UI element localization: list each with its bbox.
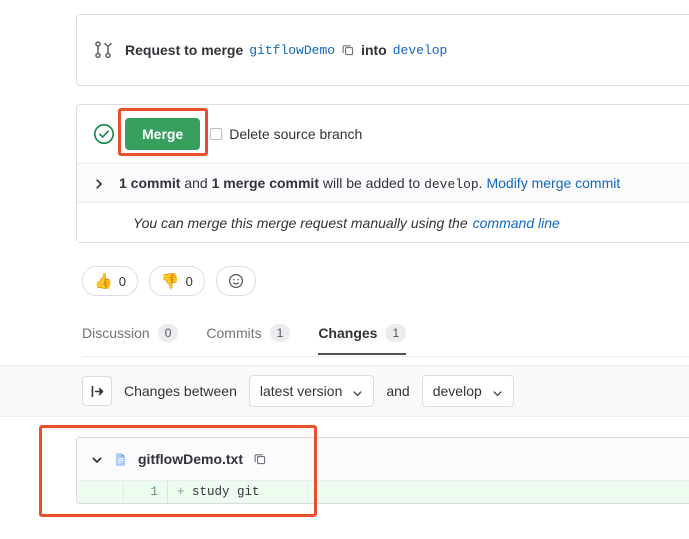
changes-comparison-bar: Changes between latest version and devel… <box>0 365 689 417</box>
add-reaction-button[interactable] <box>215 266 256 296</box>
delete-source-branch-label: Delete source branch <box>229 126 363 142</box>
version-dropdown-value: latest version <box>259 383 343 399</box>
tab-changes-label: Changes <box>318 325 378 341</box>
reactions-bar: 👍 0 👎 0 <box>82 266 256 296</box>
tab-discussion[interactable]: Discussion 0 <box>82 324 192 354</box>
merge-action-row: Merge Delete source branch <box>77 105 689 163</box>
tab-commits-label: Commits <box>206 325 262 341</box>
delete-source-branch-checkbox[interactable] <box>210 128 223 140</box>
toggle-file-tree-button[interactable] <box>82 376 112 406</box>
and-word: and <box>184 174 208 191</box>
commits-summary-text: 1 commit and 1 merge commit will be adde… <box>119 175 620 192</box>
tab-discussion-count: 0 <box>157 324 179 342</box>
diff-line-text: study git <box>192 485 260 499</box>
version-dropdown[interactable]: latest version <box>248 375 375 407</box>
reaction-thumbsup-button[interactable]: 👍 0 <box>82 266 138 296</box>
commit-count-label: 1 commit <box>119 174 181 191</box>
thumbsdown-icon: 👎 <box>160 272 180 290</box>
diff-new-line-number: 1 <box>124 481 168 503</box>
status-success-check-icon <box>93 123 115 145</box>
tab-commits[interactable]: Commits 1 <box>192 324 304 354</box>
manual-merge-text: You can merge this merge request manuall… <box>133 214 468 231</box>
merge-target-branch: develop <box>424 176 479 192</box>
reaction-thumbsdown-button[interactable]: 👎 0 <box>148 266 205 296</box>
chevron-right-icon[interactable] <box>93 177 105 189</box>
copy-icon[interactable] <box>341 43 355 57</box>
merge-request-title: Request to merge gitflowDemo into develo… <box>125 42 447 58</box>
delete-source-branch-checkbox-wrap[interactable]: Delete source branch <box>210 126 362 142</box>
thumbsup-icon: 👍 <box>94 272 113 290</box>
file-diff-header: gitflowDemo.txt <box>77 438 689 481</box>
request-to-merge-label: Request to merge <box>125 42 244 58</box>
chevron-down-icon[interactable] <box>91 453 103 465</box>
thumbsup-count: 0 <box>118 273 126 289</box>
diff-line-content: + study git <box>168 481 689 503</box>
merge-request-icon <box>93 40 113 60</box>
branch-dropdown-value: develop <box>432 383 482 399</box>
chevron-down-icon <box>492 386 503 397</box>
merge-request-page: Request to merge gitflowDemo into develo… <box>0 0 689 539</box>
merge-widget-card: Merge Delete source branch 1 commit and … <box>76 104 689 243</box>
file-name-label[interactable]: gitflowDemo.txt <box>138 451 243 467</box>
diff-line-row[interactable]: 1 + study git <box>77 481 689 503</box>
document-icon <box>113 452 128 467</box>
copy-icon[interactable] <box>253 452 267 466</box>
commits-summary-row[interactable]: 1 commit and 1 merge commit will be adde… <box>77 163 689 202</box>
tab-changes[interactable]: Changes 1 <box>304 324 420 355</box>
into-label: into <box>361 42 387 58</box>
chevron-down-icon <box>352 386 363 397</box>
arrow-right-to-line-icon <box>90 384 105 399</box>
modify-merge-commit-link[interactable]: Modify merge commit <box>486 175 620 191</box>
tab-commits-count: 1 <box>269 324 291 342</box>
file-diff-card: gitflowDemo.txt 1 + study git <box>76 437 689 504</box>
source-branch-link[interactable]: gitflowDemo <box>249 43 335 58</box>
manual-merge-row: You can merge this merge request manuall… <box>77 202 689 242</box>
merge-commit-count-label: 1 merge commit <box>211 174 319 191</box>
smiley-add-reaction-icon <box>228 273 244 289</box>
merge-request-header-widget: Request to merge gitflowDemo into develo… <box>76 14 689 86</box>
will-be-added-label: will be added to <box>322 174 421 191</box>
target-branch-link[interactable]: develop <box>393 43 448 58</box>
diff-added-sign: + <box>177 485 185 499</box>
merge-button[interactable]: Merge <box>125 117 201 151</box>
diff-old-line-number <box>77 481 124 503</box>
changes-between-label: Changes between <box>124 383 237 399</box>
command-line-link[interactable]: command line <box>473 215 560 231</box>
changes-and-word: and <box>386 383 410 399</box>
thumbsdown-count: 0 <box>185 273 193 289</box>
branch-dropdown[interactable]: develop <box>421 375 514 407</box>
tab-changes-count: 1 <box>385 324 407 342</box>
tab-discussion-label: Discussion <box>82 325 150 341</box>
merge-request-tabs: Discussion 0 Commits 1 Changes 1 <box>82 324 689 357</box>
